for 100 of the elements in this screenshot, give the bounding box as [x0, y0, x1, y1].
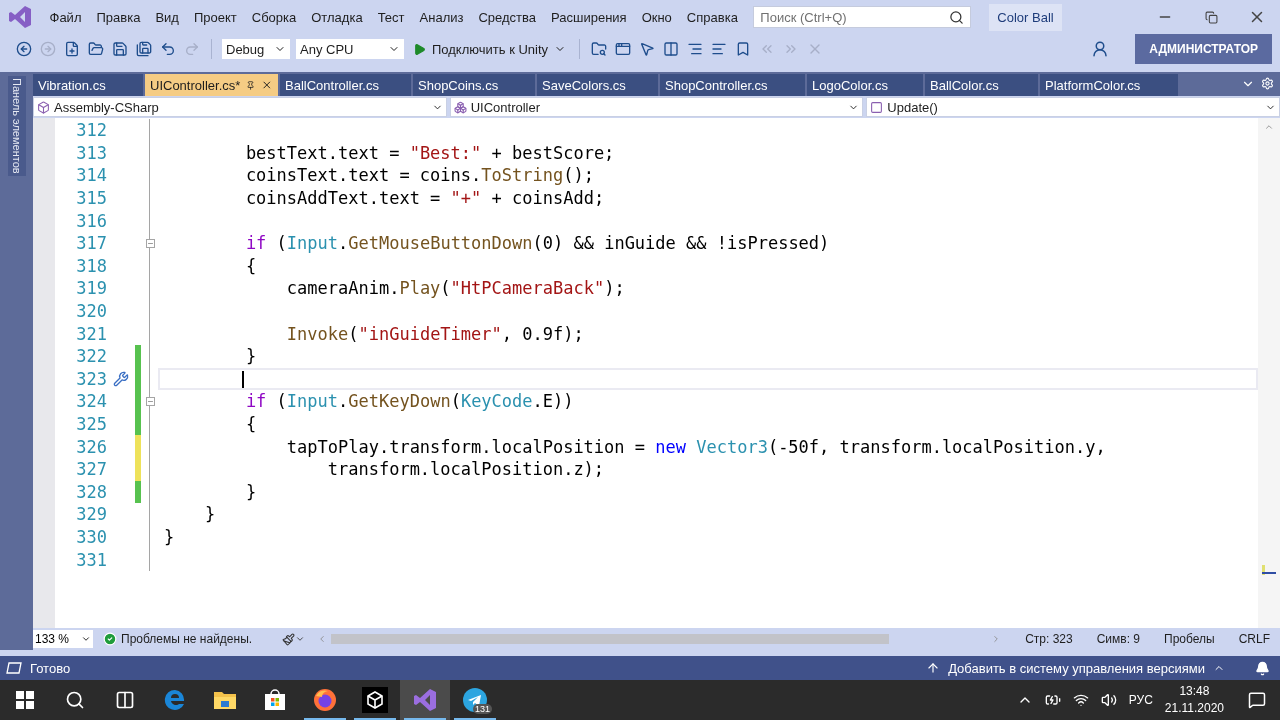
- line-endings-indicator[interactable]: CRLF: [1238, 632, 1270, 646]
- line-number: 323: [75, 368, 107, 389]
- file-tab[interactable]: ShopCoins.cs: [413, 74, 535, 96]
- menu-item[interactable]: Справка: [679, 9, 746, 25]
- save-all-icon[interactable]: [136, 41, 152, 57]
- vertical-scrollbar[interactable]: [1258, 118, 1280, 628]
- search-icon: [65, 690, 85, 710]
- line-number: 321: [75, 323, 107, 344]
- columns-icon[interactable]: [663, 41, 680, 57]
- line-number: 320: [75, 301, 107, 322]
- code-line: }: [245, 481, 257, 502]
- zoom-dropdown[interactable]: 133 %: [33, 630, 93, 648]
- platform-dropdown[interactable]: Any CPU: [295, 38, 405, 60]
- file-tab[interactable]: LogoColor.cs: [807, 74, 923, 96]
- attach-button[interactable]: Подключить к Unity: [409, 41, 571, 57]
- source-control-button[interactable]: Добавить в систему управления версиями: [920, 659, 1231, 677]
- language-indicator[interactable]: РУС: [1128, 693, 1153, 707]
- file-tab[interactable]: ShopController.cs: [660, 74, 805, 96]
- code-line: coinsAddText.text = "+" + coinsAdd;: [245, 188, 605, 209]
- code-line: }: [164, 527, 175, 547]
- file-tab[interactable]: UIController.cs*: [145, 74, 278, 96]
- collapse-button[interactable]: [146, 238, 155, 248]
- menu-item[interactable]: Отладка: [303, 9, 371, 25]
- text-caret: [242, 370, 244, 388]
- restore-icon[interactable]: [1204, 10, 1218, 24]
- taskbar-button[interactable]: 131: [450, 680, 500, 720]
- menu-item[interactable]: Расширения: [543, 9, 635, 25]
- windows-logo-icon: [16, 691, 34, 709]
- code-line: coinsText.text = coins.ToString();: [245, 165, 594, 186]
- code-line: transform.localPosition.z);: [327, 459, 605, 480]
- code-line: }: [245, 346, 257, 367]
- column-indicator[interactable]: Симв: 9: [1096, 632, 1141, 646]
- settings-icon[interactable]: [1261, 77, 1274, 90]
- toolbox-tab[interactable]: Панель элементов: [8, 76, 26, 176]
- menu-item[interactable]: Тест: [370, 9, 413, 25]
- line-number: 327: [75, 459, 107, 480]
- brush-icon[interactable]: [282, 632, 296, 646]
- close-icon[interactable]: [261, 78, 273, 92]
- indent-icon[interactable]: [687, 41, 704, 57]
- code-line: if (Input.GetMouseButtonDown(0) && inGuide && !isPressed): [245, 233, 830, 254]
- code-line: }: [204, 504, 216, 525]
- menu-item[interactable]: Вид: [147, 9, 187, 25]
- open-folder-icon[interactable]: [88, 41, 104, 57]
- menu-item[interactable]: Средства: [470, 9, 544, 25]
- caret-icon: [81, 634, 91, 644]
- issues-status[interactable]: Проблемы не найдены.: [121, 632, 253, 646]
- line-number: 319: [75, 278, 107, 299]
- line-number: 317: [75, 233, 107, 254]
- caret-position-marker: [1262, 572, 1276, 574]
- action-center-icon[interactable]: [1248, 691, 1266, 709]
- menu-item[interactable]: Анализ: [412, 9, 471, 25]
- cubes-icon: [453, 100, 467, 114]
- screwdriver-icon[interactable]: [113, 370, 129, 387]
- line-number: 326: [75, 436, 107, 457]
- file-tab[interactable]: PlatformColor.cs: [1040, 74, 1178, 96]
- code-line: cameraAnim.Play("HtPCameraBack");: [286, 278, 625, 299]
- output-window-icon: [6, 662, 22, 674]
- code-line: bestText.text = "Best:" + bestScore;: [245, 142, 615, 163]
- battery-icon[interactable]: [1044, 692, 1061, 708]
- line-number: 313: [75, 142, 107, 163]
- configuration-dropdown[interactable]: Debug: [221, 38, 291, 60]
- undo-icon[interactable]: [160, 41, 176, 57]
- pointer-icon[interactable]: [639, 41, 656, 57]
- code-line: tapToPlay.transform.localPosition = new Vector3(-50f, transform.localPosition.y,: [286, 436, 1106, 457]
- collapse-button[interactable]: [146, 396, 155, 406]
- line-number: 322: [75, 346, 107, 367]
- navigation-dropdown[interactable]: UIController: [449, 97, 864, 117]
- menu-item[interactable]: Правка: [88, 9, 148, 25]
- person-icon[interactable]: [1091, 40, 1110, 58]
- notifications-icon[interactable]: [1255, 660, 1270, 676]
- clock[interactable]: 13:48 21.11.2020: [1164, 683, 1224, 717]
- menu-item[interactable]: Проект: [186, 9, 245, 25]
- pin-icon[interactable]: [246, 79, 256, 91]
- square-icon: [870, 100, 884, 114]
- check-icon: [103, 632, 117, 646]
- navigation-dropdown[interactable]: Update(): [866, 97, 1280, 117]
- new-file-icon[interactable]: [64, 41, 80, 57]
- line-number: 318: [75, 255, 107, 276]
- menu-item[interactable]: Окно: [634, 9, 680, 25]
- file-tab[interactable]: BallColor.cs: [925, 74, 1038, 96]
- menu-item[interactable]: Сборка: [244, 9, 304, 25]
- file-tab[interactable]: Vibration.cs: [33, 74, 143, 96]
- window-icon[interactable]: [615, 41, 632, 57]
- file-tab[interactable]: SaveColors.cs: [537, 74, 658, 96]
- account-button[interactable]: АДМИНИСТРАТОР: [1135, 34, 1272, 64]
- save-icon[interactable]: [112, 41, 128, 57]
- cube-icon: [362, 687, 388, 713]
- search-field[interactable]: Поиск (Ctrl+Q): [753, 6, 972, 28]
- menu-item[interactable]: Файл: [42, 9, 89, 25]
- task-view-icon: [115, 690, 135, 710]
- browser-icon: [163, 688, 187, 712]
- navigation-dropdown[interactable]: Assembly-CSharp: [33, 97, 447, 117]
- volume-icon[interactable]: [1100, 692, 1117, 708]
- wifi-icon[interactable]: [1072, 692, 1089, 708]
- outdent-icon[interactable]: [711, 41, 728, 57]
- folder-icon: [213, 689, 237, 711]
- file-tab[interactable]: BallController.cs: [280, 74, 411, 96]
- whitespace-indicator[interactable]: Пробелы: [1164, 632, 1215, 646]
- line-indicator[interactable]: Стр: 323: [1025, 632, 1073, 646]
- folder-search-icon[interactable]: [591, 41, 608, 57]
